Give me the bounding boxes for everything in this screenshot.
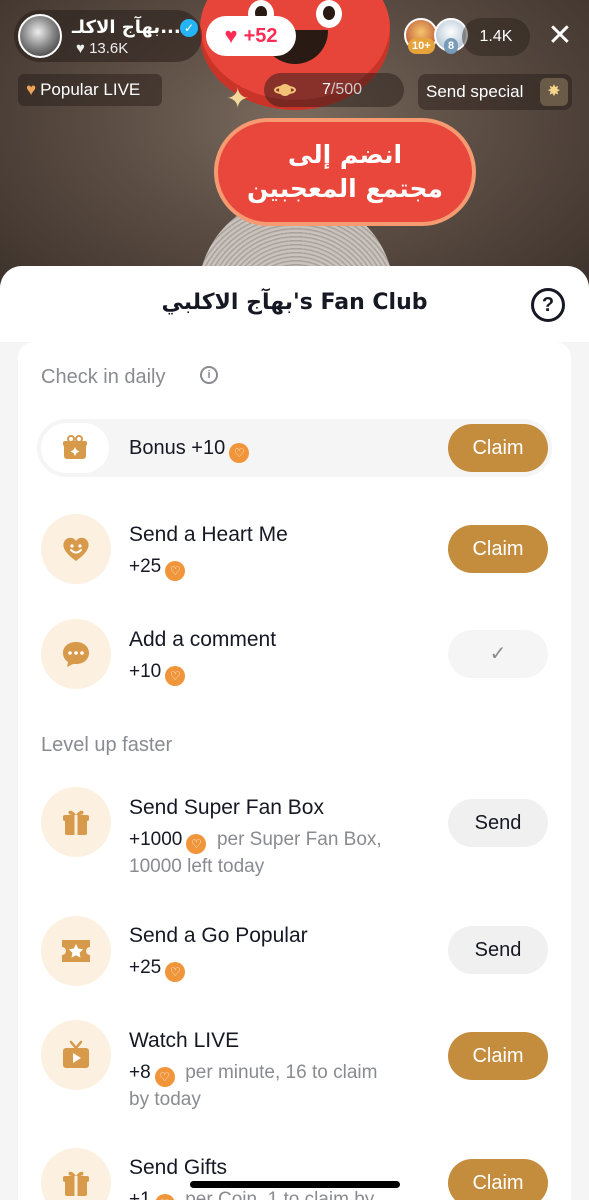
watch-claim-button[interactable]: Claim — [448, 1032, 548, 1080]
gifts-task-points: +1♡ per Coin, 1 to claim by — [129, 1189, 374, 1200]
watch-points-text: +8 — [129, 1062, 151, 1083]
coin-icon: ♡ — [165, 962, 186, 982]
viewer-rank-badge: 10+ — [408, 38, 435, 54]
gifts-claim-button[interactable]: Claim — [448, 1159, 548, 1200]
watch-task-title: Watch LIVE — [129, 1029, 240, 1052]
send-special-label: Send special — [426, 82, 524, 101]
gifts-task-title: Send Gifts — [129, 1156, 228, 1179]
superfan-note: per Super Fan Box, — [216, 829, 382, 850]
viewer-count[interactable]: 1.4K — [462, 18, 530, 56]
comment-task-icon-bg — [41, 619, 111, 689]
broken-heart-icon: ♥ — [26, 80, 37, 99]
sheet-header: بهآج الاكلبي's Fan Club ? — [0, 266, 589, 342]
goal-progress-text: 7/500 — [322, 73, 362, 107]
viewer-rank-badge: 8 — [444, 38, 459, 54]
home-indicator[interactable] — [190, 1181, 400, 1188]
popular-points-text: +25 — [129, 957, 162, 978]
like-count: +52 — [243, 24, 278, 47]
sheet-title: بهآج الاكلبي's Fan Club — [161, 290, 428, 315]
bonus-title: Bonus +10 ♡ — [129, 437, 250, 463]
gift-sparkle-icon — [63, 435, 87, 459]
info-icon[interactable]: i — [200, 366, 218, 384]
heart-claim-button[interactable]: Claim — [448, 525, 548, 573]
goal-total: /500 — [330, 81, 363, 98]
planet-icon — [274, 84, 296, 96]
gifts-task-icon-bg — [41, 1148, 111, 1200]
comment-task-title: Add a comment — [129, 628, 277, 651]
popular-task-icon-bg — [41, 916, 111, 986]
gift-box-icon — [63, 810, 89, 835]
heart-points-text: +25 — [129, 556, 162, 577]
host-name: بهآج الاكلـ... — [72, 17, 181, 38]
watch-note: per minute, 16 to claim — [185, 1062, 378, 1083]
level-up-faster-heading: Level up faster — [41, 734, 173, 756]
heart-task-points: +25 ♡ — [129, 556, 186, 581]
tasks-card: Check in daily i Bonus +10 ♡ Claim Send … — [18, 342, 571, 1200]
watch-task-points: +8 ♡ per minute, 16 to claim — [129, 1062, 377, 1087]
host-avatar[interactable] — [18, 14, 62, 58]
comment-task-points: +10 ♡ — [129, 661, 186, 686]
popular-send-button[interactable]: Send — [448, 926, 548, 974]
ticket-star-icon — [62, 940, 90, 962]
coin-icon: ♡ — [154, 1194, 175, 1200]
comment-bubble-icon — [63, 642, 89, 667]
superfan-points-text: +1000 — [129, 829, 183, 850]
goal-current: 7 — [322, 81, 331, 98]
comment-points-text: +10 — [129, 661, 162, 682]
superfan-note-line2: 10000 left today — [129, 856, 265, 877]
send-special-pill[interactable]: Send special ✸ — [418, 74, 572, 110]
superfan-task-points: +1000 ♡ per Super Fan Box, — [129, 829, 382, 854]
live-top-bar: بهآج الاكلـ... ✓ ♥ 13.6K ♥ +52 10+ 8 1.4… — [0, 0, 589, 120]
bonus-icon-wrap — [41, 423, 109, 473]
superfan-task-icon-bg — [41, 787, 111, 857]
heart-task-title: Send a Heart Me — [129, 523, 288, 546]
banner-line-2: مجتمع المعجبين — [247, 174, 443, 203]
gifts-points-text: +1 — [129, 1189, 151, 1200]
close-icon[interactable]: ✕ — [544, 20, 576, 52]
coin-icon: ♡ — [229, 443, 250, 463]
coin-icon: ♡ — [186, 834, 207, 854]
watch-task-icon-bg — [41, 1020, 111, 1090]
popular-live-label: Popular LIVE — [40, 80, 141, 99]
coin-icon: ♡ — [165, 666, 186, 686]
bonus-claim-button[interactable]: Claim — [448, 424, 548, 472]
banner-line-1: انضم إلى — [287, 140, 403, 169]
heart-task-icon-bg — [41, 514, 111, 584]
host-profile-pill[interactable]: بهآج الاكلـ... ✓ ♥ 13.6K — [14, 10, 202, 62]
verified-badge-icon: ✓ — [180, 19, 198, 37]
smiling-heart-icon — [63, 537, 89, 561]
gift-box-icon — [63, 1171, 89, 1196]
help-icon[interactable]: ? — [531, 288, 565, 322]
superfan-send-button[interactable]: Send — [448, 799, 548, 847]
superfan-task-title: Send Super Fan Box — [129, 796, 324, 819]
goal-progress-pill[interactable]: 7/500 — [264, 73, 404, 107]
host-likes: ♥ 13.6K — [76, 40, 129, 57]
gifts-note: per Coin, 1 to claim by — [185, 1189, 375, 1200]
join-fan-club-banner: انضم إلى مجتمع المعجبين — [214, 118, 476, 226]
check-in-daily-heading: Check in daily — [41, 366, 166, 388]
comment-completed-checkmark: ✓ — [448, 630, 548, 678]
popular-task-points: +25 ♡ — [129, 957, 186, 982]
special-gift-icon: ✸ — [540, 78, 568, 106]
bonus-title-text: Bonus +10 — [129, 437, 226, 459]
fan-club-sheet: بهآج الاكلبي's Fan Club ? Check in daily… — [0, 266, 589, 1200]
coin-icon: ♡ — [154, 1067, 175, 1087]
bonus-row: Bonus +10 ♡ Claim — [37, 419, 552, 477]
watch-note-line2: by today — [129, 1089, 201, 1110]
like-counter-button[interactable]: ♥ +52 — [206, 16, 296, 56]
tv-play-icon — [63, 1040, 89, 1068]
popular-live-pill[interactable]: ♥ Popular LIVE — [18, 74, 162, 106]
coin-icon: ♡ — [165, 561, 186, 581]
heart-icon: ♥ — [224, 23, 238, 48]
popular-task-title: Send a Go Popular — [129, 924, 308, 947]
